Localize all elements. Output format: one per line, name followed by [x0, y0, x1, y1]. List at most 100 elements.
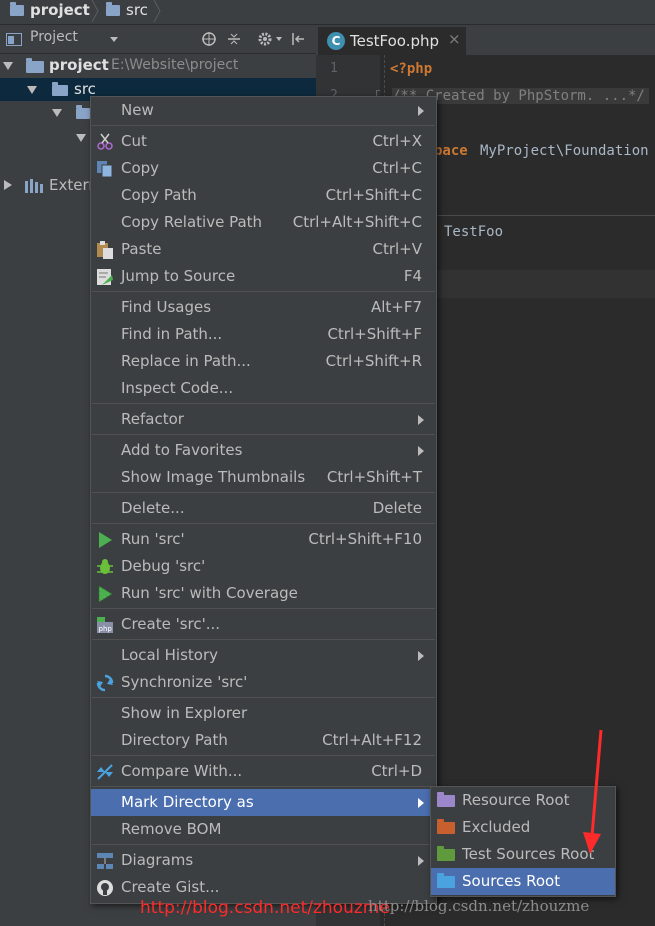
shortcut-label: Ctrl+D: [371, 762, 422, 780]
shortcut-label: Ctrl+Shift+T: [326, 468, 422, 486]
menu-label: Mark Directory as: [121, 793, 254, 811]
submenu-arrow-icon: [418, 856, 424, 866]
tree-item-project[interactable]: project E:\Website\project: [0, 54, 316, 77]
sources-root-folder-icon: [437, 873, 455, 888]
breadcrumb-src[interactable]: src: [106, 0, 148, 24]
menu-label: Find in Path...: [121, 325, 223, 343]
menu-label: Create 'src'...: [121, 615, 221, 633]
menu-separator: [92, 786, 435, 787]
menu-label: Inspect Code...: [121, 379, 234, 397]
locate-icon[interactable]: [201, 31, 217, 47]
menu-item-find-usages[interactable]: Find Usages Alt+F7: [91, 294, 436, 321]
expand-arrow-icon[interactable]: [4, 180, 12, 190]
shortcut-label: Ctrl+Alt+F12: [322, 731, 422, 749]
menu-separator: [92, 844, 435, 845]
menu-item-replace-in-path[interactable]: Replace in Path... Ctrl+Shift+R: [91, 348, 436, 375]
menu-item-debug[interactable]: Debug 'src': [91, 553, 436, 580]
project-view-icon: [6, 33, 22, 46]
menu-separator: [92, 403, 435, 404]
menu-item-run[interactable]: Run 'src' Ctrl+Shift+F10: [91, 526, 436, 553]
menu-label: Run 'src': [121, 530, 185, 548]
menu-item-remove-bom[interactable]: Remove BOM: [91, 816, 436, 843]
test-sources-folder-icon: [437, 846, 455, 861]
menu-item-refactor[interactable]: Refactor: [91, 406, 436, 433]
expand-arrow-icon[interactable]: [76, 134, 86, 142]
menu-item-inspect-code[interactable]: Inspect Code...: [91, 375, 436, 402]
menu-separator: [92, 639, 435, 640]
menu-item-cut[interactable]: Cut Ctrl+X: [91, 128, 436, 155]
menu-label: Test Sources Root: [462, 845, 595, 863]
menu-separator: [92, 608, 435, 609]
expand-arrow-icon[interactable]: [3, 62, 13, 70]
shortcut-label: Delete: [372, 499, 422, 517]
shortcut-label: Ctrl+C: [372, 159, 422, 177]
menu-label: Sources Root: [462, 872, 561, 890]
close-icon[interactable]: ×: [448, 30, 461, 48]
menu-item-add-to-favorites[interactable]: Add to Favorites: [91, 437, 436, 464]
submenu-arrow-icon: [418, 106, 424, 116]
menu-label: Copy: [121, 159, 160, 177]
menu-item-compare-with[interactable]: Compare With... Ctrl+D: [91, 758, 436, 785]
shortcut-label: F4: [403, 267, 422, 285]
menu-label: Paste: [121, 240, 162, 258]
expand-arrow-icon[interactable]: [52, 109, 62, 117]
menu-label: Show Image Thumbnails: [121, 468, 306, 486]
watermark-red: http://blog.csdn.net/zhouzme: [140, 898, 390, 918]
menu-item-find-in-path[interactable]: Find in Path... Ctrl+Shift+F: [91, 321, 436, 348]
menu-label: Resource Root: [462, 791, 570, 809]
menu-label: Refactor: [121, 410, 184, 428]
menu-label: Copy Relative Path: [121, 213, 263, 231]
menu-item-jump-to-source[interactable]: Jump to Source F4: [91, 263, 436, 290]
project-view-selector[interactable]: Project: [30, 29, 78, 45]
shortcut-label: Ctrl+Shift+F: [327, 325, 422, 343]
menu-label: Cut: [121, 132, 147, 150]
menu-item-delete[interactable]: Delete... Delete: [91, 495, 436, 522]
menu-item-show-image-thumbnails[interactable]: Show Image Thumbnails Ctrl+Shift+T: [91, 464, 436, 491]
chevron-down-icon[interactable]: [110, 37, 118, 42]
resource-root-folder-icon: [437, 792, 455, 807]
tab-testfoo-php[interactable]: C TestFoo.php ×: [318, 27, 466, 55]
breadcrumb-separator-icon: [91, 0, 99, 22]
menu-item-copy-path[interactable]: Copy Path Ctrl+Shift+C: [91, 182, 436, 209]
diagram-icon: [97, 853, 113, 869]
collapse-all-icon[interactable]: [226, 31, 242, 47]
menu-item-mark-directory-as[interactable]: Mark Directory as: [91, 789, 436, 816]
gear-icon[interactable]: [257, 31, 273, 47]
menu-item-paste[interactable]: Paste Ctrl+V: [91, 236, 436, 263]
menu-item-directory-path[interactable]: Directory Path Ctrl+Alt+F12: [91, 727, 436, 754]
menu-separator: [92, 125, 435, 126]
menu-item-local-history[interactable]: Local History: [91, 642, 436, 669]
menu-item-show-in-explorer[interactable]: Show in Explorer: [91, 700, 436, 727]
menu-item-new[interactable]: New: [91, 97, 436, 124]
editor-tab-bar: C TestFoo.php ×: [316, 25, 655, 55]
menu-label: Directory Path: [121, 731, 228, 749]
hide-panel-icon[interactable]: [290, 31, 306, 47]
expand-arrow-icon[interactable]: [27, 86, 37, 94]
menu-item-diagrams[interactable]: Diagrams: [91, 847, 436, 874]
menu-item-run-with-coverage[interactable]: Run 'src' with Coverage: [91, 580, 436, 607]
menu-label: Remove BOM: [121, 820, 222, 838]
shortcut-label: Ctrl+X: [372, 132, 422, 150]
github-icon: [97, 880, 113, 896]
menu-label: Add to Favorites: [121, 441, 243, 459]
menu-label: Debug 'src': [121, 557, 206, 575]
shortcut-label: Ctrl+V: [372, 240, 422, 258]
menu-item-copy-relative-path[interactable]: Copy Relative Path Ctrl+Alt+Shift+C: [91, 209, 436, 236]
menu-label: Excluded: [462, 818, 531, 836]
synchronize-icon: [96, 674, 114, 692]
menu-item-create[interactable]: php Create 'src'...: [91, 611, 436, 638]
breadcrumb-project[interactable]: project: [10, 0, 90, 24]
menu-label: Create Gist...: [121, 878, 220, 896]
paste-icon: [97, 241, 113, 259]
menu-item-copy[interactable]: Copy Ctrl+C: [91, 155, 436, 182]
shortcut-label: Ctrl+Shift+C: [325, 186, 422, 204]
watermark-gray: http://blog.csdn.net/zhouzme: [368, 897, 590, 915]
current-line-highlight: [434, 270, 655, 298]
menu-separator: [92, 291, 435, 292]
submenu-item-sources-root[interactable]: Sources Root: [431, 868, 615, 895]
menu-item-synchronize[interactable]: Synchronize 'src': [91, 669, 436, 696]
chevron-down-icon[interactable]: [276, 37, 282, 41]
menu-separator: [92, 755, 435, 756]
php-create-icon: php: [97, 617, 113, 633]
excluded-folder-icon: [437, 819, 455, 834]
